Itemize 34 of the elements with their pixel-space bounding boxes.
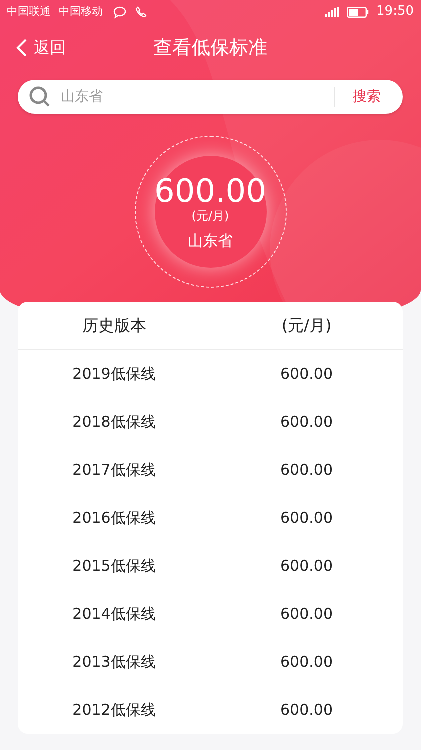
table-cell-text: 2012低保线 (72, 700, 156, 721)
search-icon (29, 86, 51, 108)
table-cell-text: 600.00 (280, 556, 333, 577)
region-label: 山东省 (188, 232, 233, 250)
amount-value: 600.00 (154, 174, 266, 208)
table-cell-text: 600.00 (280, 604, 333, 625)
table-cell-text: 600.00 (280, 364, 333, 385)
page-title: 查看低保标准 (154, 36, 268, 61)
back-button[interactable]: 返回 (0, 36, 66, 60)
carrier-label: 中国联通 (7, 4, 51, 20)
table-cell-text: 600.00 (280, 460, 333, 481)
table-cell-text: 600.00 (280, 700, 333, 721)
table-cell-text: 2013低保线 (72, 652, 156, 673)
column-header: 历史版本 (82, 314, 146, 336)
table-cell-text: 600.00 (280, 652, 333, 673)
battery-icon (346, 6, 369, 18)
chat-icon (113, 6, 127, 18)
carrier-label: 中国移动 (59, 4, 103, 20)
time-label: 19:50 (376, 3, 414, 22)
table-cell-text: 2019低保线 (72, 364, 156, 385)
table-cell-text: 2018低保线 (72, 412, 156, 433)
phone-icon (135, 6, 148, 18)
table-cell-text: 2014低保线 (72, 604, 156, 625)
table-cell-text: 600.00 (280, 508, 333, 529)
table-cell-text: 2016低保线 (72, 508, 156, 529)
table-cell-text: 600.00 (280, 412, 333, 433)
column-header: (元/月) (282, 314, 332, 336)
search-field[interactable]: 山东省 搜索 (18, 80, 403, 114)
signal-icon (324, 7, 339, 17)
table-cell-text: 2017低保线 (72, 460, 156, 481)
amount-unit: (元/月) (192, 208, 230, 224)
search-button[interactable]: 搜索 (335, 86, 399, 108)
table-cell-text: 2015低保线 (72, 556, 156, 577)
back-icon (16, 38, 28, 58)
